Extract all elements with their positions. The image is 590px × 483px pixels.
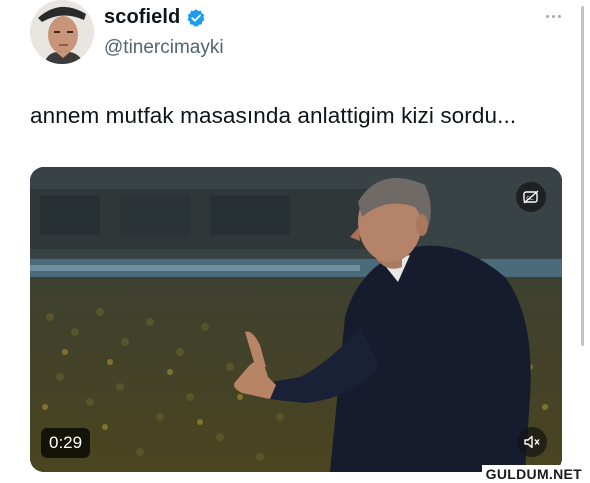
avatar[interactable]: [30, 0, 94, 64]
tweet-header: scofield @tinercimayki: [30, 0, 565, 70]
page-scrollbar[interactable]: [581, 6, 584, 346]
author-name-row: scofield: [104, 6, 206, 29]
site-watermark: GULDUM.NET: [481, 465, 586, 483]
author-handle[interactable]: @tinercimayki: [104, 37, 224, 59]
video-player[interactable]: CC 0:29: [30, 167, 562, 472]
more-horizontal-icon[interactable]: [541, 8, 565, 24]
closed-captions-off-icon[interactable]: CC: [516, 182, 546, 212]
verified-badge-icon: [186, 8, 206, 28]
video-frame: [30, 167, 562, 472]
video-duration: 0:29: [41, 428, 91, 458]
tweet-text: annem mutfak masasında anlattigim kizi s…: [30, 103, 517, 128]
avatar-photo: [30, 0, 94, 64]
volume-muted-icon[interactable]: [517, 427, 547, 457]
author-display-name[interactable]: scofield: [104, 6, 180, 29]
